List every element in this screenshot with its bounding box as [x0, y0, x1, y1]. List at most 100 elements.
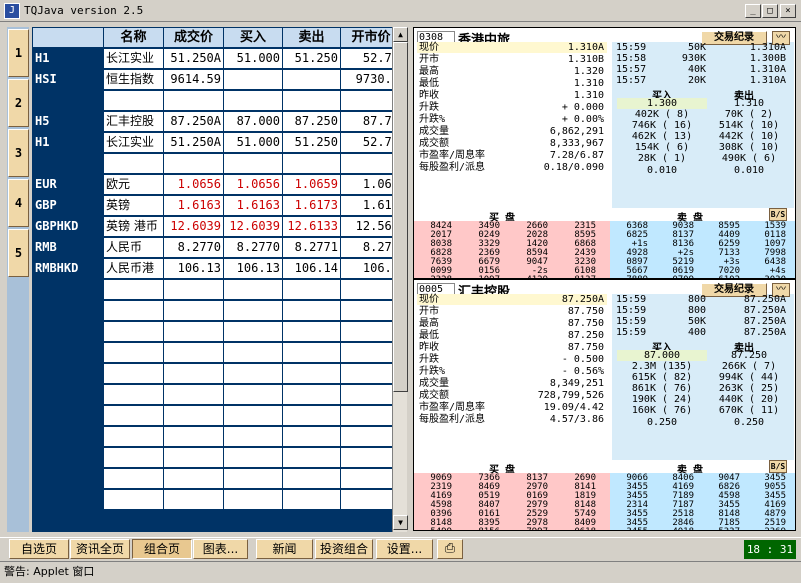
- grid-cell-bid[interactable]: [224, 364, 282, 383]
- grid-cell-ask[interactable]: 106.14: [283, 259, 340, 278]
- grid-cell-bid[interactable]: 1.0656: [224, 175, 282, 194]
- grid-cell-ask[interactable]: [283, 385, 340, 404]
- grid-cell-ask[interactable]: [283, 448, 340, 467]
- grid-cell-bid[interactable]: [224, 91, 282, 110]
- grid-cell-code[interactable]: [33, 343, 103, 362]
- page-tab-3[interactable]: 3: [8, 129, 29, 177]
- grid-cell-code[interactable]: RMB: [33, 238, 103, 257]
- grid-cell-open[interactable]: 1.061: [341, 175, 392, 194]
- grid-cell-name[interactable]: [104, 427, 163, 446]
- grid-cell-bid[interactable]: [224, 448, 282, 467]
- grid-header-3[interactable]: 买入: [224, 28, 282, 47]
- grid-cell-name[interactable]: 人民币港: [104, 259, 163, 278]
- grid-cell-code[interactable]: [33, 154, 103, 173]
- grid-cell-ask[interactable]: [283, 469, 340, 488]
- grid-cell-last[interactable]: 1.0656: [164, 175, 223, 194]
- grid-cell-bid[interactable]: [224, 406, 282, 425]
- grid-cell-open[interactable]: 9730.5: [341, 70, 392, 89]
- grid-cell-open[interactable]: [341, 364, 392, 383]
- grid-cell-name[interactable]: 恒生指数: [104, 70, 163, 89]
- grid-cell-last[interactable]: [164, 490, 223, 509]
- grid-cell-open[interactable]: 52.75: [341, 49, 392, 68]
- grid-cell-ask[interactable]: [283, 406, 340, 425]
- grid-cell-last[interactable]: [164, 406, 223, 425]
- grid-cell-open[interactable]: [341, 91, 392, 110]
- grid-cell-last[interactable]: 51.250A: [164, 133, 223, 152]
- grid-cell-name[interactable]: 英镑: [104, 196, 163, 215]
- grid-cell-last[interactable]: [164, 448, 223, 467]
- nav-settings-button[interactable]: 设置...: [376, 539, 433, 559]
- grid-cell-last[interactable]: [164, 154, 223, 173]
- grid-cell-code[interactable]: [33, 469, 103, 488]
- grid-cell-code[interactable]: GBP: [33, 196, 103, 215]
- grid-cell-open[interactable]: [341, 280, 392, 299]
- grid-cell-code[interactable]: [33, 406, 103, 425]
- grid-cell-code[interactable]: [33, 385, 103, 404]
- grid-cell-open[interactable]: 87.75: [341, 112, 392, 131]
- grid-cell-name[interactable]: [104, 301, 163, 320]
- grid-cell-name[interactable]: [104, 364, 163, 383]
- grid-cell-open[interactable]: 106.1: [341, 259, 392, 278]
- grid-cell-code[interactable]: RMBHKD: [33, 259, 103, 278]
- grid-cell-last[interactable]: [164, 469, 223, 488]
- grid-cell-ask[interactable]: 87.250: [283, 112, 340, 131]
- grid-cell-name[interactable]: [104, 91, 163, 110]
- grid-cell-last[interactable]: [164, 364, 223, 383]
- grid-cell-code[interactable]: [33, 322, 103, 341]
- grid-cell-ask[interactable]: [283, 91, 340, 110]
- grid-cell-code[interactable]: [33, 91, 103, 110]
- scroll-down-arrow-icon[interactable]: ▼: [393, 515, 408, 530]
- grid-cell-last[interactable]: [164, 91, 223, 110]
- grid-cell-open[interactable]: 52.75: [341, 133, 392, 152]
- grid-cell-code[interactable]: [33, 448, 103, 467]
- grid-cell-code[interactable]: H5: [33, 112, 103, 131]
- scroll-up-arrow-icon[interactable]: ▲: [393, 27, 408, 42]
- grid-cell-ask[interactable]: 8.2771: [283, 238, 340, 257]
- printer-icon[interactable]: ⎙: [437, 539, 463, 559]
- page-tab-4[interactable]: 4: [8, 179, 29, 227]
- grid-cell-name[interactable]: [104, 469, 163, 488]
- grid-cell-bid[interactable]: [224, 490, 282, 509]
- grid-cell-ask[interactable]: [283, 70, 340, 89]
- grid-cell-bid[interactable]: [224, 70, 282, 89]
- minimize-button[interactable]: _: [745, 4, 761, 18]
- grid-cell-name[interactable]: [104, 406, 163, 425]
- grid-cell-ask[interactable]: [283, 343, 340, 362]
- grid-header-4[interactable]: 卖出: [283, 28, 340, 47]
- grid-cell-bid[interactable]: 12.6039: [224, 217, 282, 236]
- page-tab-5[interactable]: 5: [8, 229, 29, 277]
- grid-cell-name[interactable]: [104, 490, 163, 509]
- nav-investment-portfolio-button[interactable]: 投资组合: [315, 539, 373, 559]
- grid-cell-open[interactable]: [341, 406, 392, 425]
- grid-header-1[interactable]: 名称: [104, 28, 163, 47]
- grid-header-2[interactable]: 成交价: [164, 28, 223, 47]
- grid-cell-last[interactable]: 87.250A: [164, 112, 223, 131]
- grid-cell-ask[interactable]: [283, 301, 340, 320]
- grid-cell-last[interactable]: 9614.59: [164, 70, 223, 89]
- grid-cell-name[interactable]: 英镑 港币: [104, 217, 163, 236]
- maximize-button[interactable]: □: [762, 4, 778, 18]
- grid-cell-last[interactable]: [164, 385, 223, 404]
- grid-cell-open[interactable]: [341, 322, 392, 341]
- grid-cell-last[interactable]: 12.6039: [164, 217, 223, 236]
- grid-cell-code[interactable]: H1: [33, 133, 103, 152]
- grid-header-5[interactable]: 开市价: [341, 28, 392, 47]
- grid-cell-bid[interactable]: [224, 385, 282, 404]
- close-button[interactable]: ×: [780, 4, 796, 18]
- bs-toggle-icon[interactable]: B/S: [769, 208, 787, 221]
- grid-cell-bid[interactable]: 51.000: [224, 133, 282, 152]
- grid-cell-ask[interactable]: [283, 322, 340, 341]
- grid-cell-last[interactable]: 106.13: [164, 259, 223, 278]
- grid-cell-open[interactable]: [341, 154, 392, 173]
- grid-cell-last[interactable]: [164, 280, 223, 299]
- grid-cell-last[interactable]: 8.2770: [164, 238, 223, 257]
- nav-portfolio-page-button[interactable]: 组合页: [132, 539, 192, 559]
- grid-cell-code[interactable]: [33, 490, 103, 509]
- grid-cell-bid[interactable]: [224, 469, 282, 488]
- grid-cell-open[interactable]: [341, 427, 392, 446]
- grid-cell-last[interactable]: [164, 427, 223, 446]
- grid-cell-code[interactable]: [33, 364, 103, 383]
- nav-watchlist-button[interactable]: 自选页: [9, 539, 69, 559]
- grid-cell-open[interactable]: [341, 385, 392, 404]
- grid-cell-last[interactable]: 1.6163: [164, 196, 223, 215]
